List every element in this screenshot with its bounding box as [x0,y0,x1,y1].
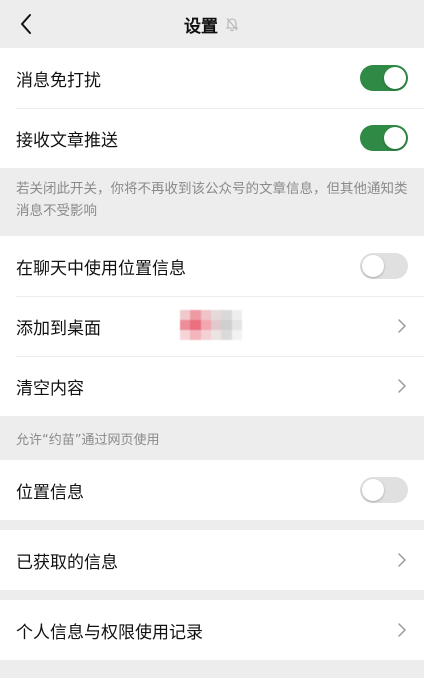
page-title: 设置 [184,16,218,37]
web-permission-caption: 允许“约苗”通过网页使用 [16,433,160,448]
row-location-info: 位置信息 [0,460,424,520]
toggle-knob [384,127,406,149]
row-obtained-info[interactable]: 已获取的信息 [0,530,424,590]
mute-bell-icon [224,16,240,32]
chat-location-label: 在聊天中使用位置信息 [16,258,186,279]
article-push-hint: 若关闭此开关，你将不再收到该公众号的文章信息，但其他通知类消息不受影响 [16,181,408,219]
clear-content-label: 清空内容 [16,378,84,399]
do-not-disturb-label: 消息免打扰 [16,70,101,91]
chevron-right-icon [398,552,408,568]
web-permission-group: 位置信息 [0,460,424,520]
obtained-info-label: 已获取的信息 [16,552,118,573]
top-bar: 设置 [0,0,424,48]
back-button[interactable] [12,10,40,38]
receive-articles-toggle[interactable] [360,125,408,151]
location-info-label: 位置信息 [16,482,84,503]
chevron-right-icon [398,378,408,394]
section-gap [0,590,424,600]
receive-articles-label: 接收文章推送 [16,130,118,151]
notification-settings-group: 消息免打扰 接收文章推送 [0,48,424,168]
chat-location-toggle[interactable] [360,253,408,279]
row-do-not-disturb: 消息免打扰 [0,48,424,108]
section-gap [0,520,424,530]
row-chat-location: 在聊天中使用位置信息 [0,236,424,296]
row-clear-content[interactable]: 清空内容 [0,356,424,416]
row-add-to-desktop[interactable]: 添加到桌面 [0,296,424,356]
toggle-knob [362,479,384,501]
row-privacy-record[interactable]: 个人信息与权限使用记录 [0,600,424,660]
chevron-right-icon [398,318,408,334]
redacted-thumbnail [180,310,242,340]
row-receive-articles: 接收文章推送 [0,108,424,168]
obtained-info-group: 已获取的信息 [0,530,424,590]
chevron-left-icon [21,14,31,34]
privacy-record-group: 个人信息与权限使用记录 [0,600,424,660]
privacy-record-label: 个人信息与权限使用记录 [16,622,203,643]
location-info-toggle[interactable] [360,477,408,503]
toggle-knob [362,255,384,277]
chat-settings-group: 在聊天中使用位置信息 添加到桌面 清空内容 [0,236,424,416]
chevron-right-icon [398,622,408,638]
do-not-disturb-toggle[interactable] [360,65,408,91]
toggle-knob [384,67,406,89]
